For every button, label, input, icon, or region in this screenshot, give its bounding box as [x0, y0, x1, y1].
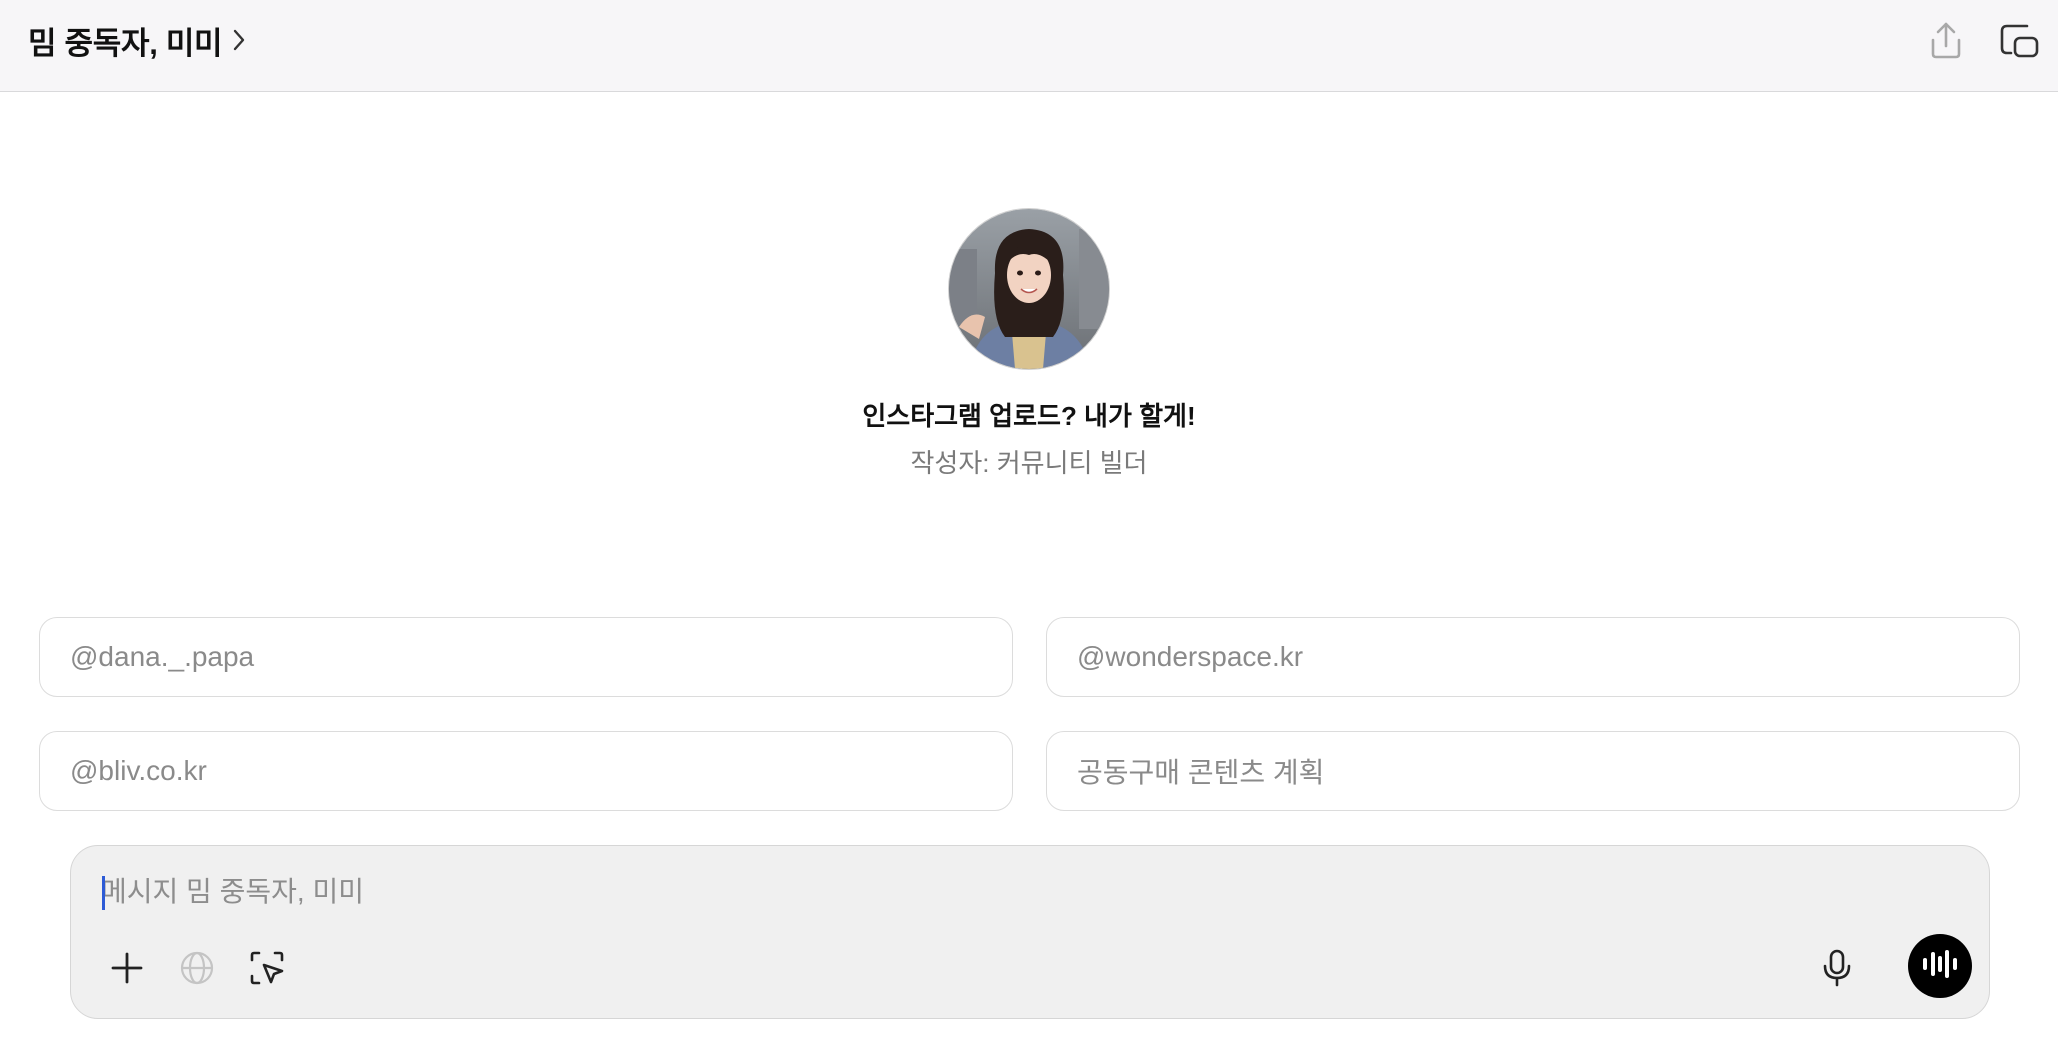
gpt-name: 인스타그램 업로드? 내가 할게!: [862, 401, 1196, 431]
suggestion-card[interactable]: 공동구매 콘텐츠 계획: [1046, 731, 2020, 811]
gpt-author: 작성자: 커뮤니티 빌더: [910, 448, 1148, 478]
voice-mode-button[interactable]: [1908, 934, 1972, 998]
gpt-title-menu[interactable]: 밈 중독자, 미미: [28, 20, 250, 61]
suggestion-label: @bliv.co.kr: [70, 755, 207, 786]
message-input[interactable]: [101, 870, 1801, 914]
text-caret: [102, 876, 105, 910]
suggestion-card[interactable]: @dana._.papa: [39, 617, 1013, 697]
message-composer: [70, 845, 1990, 1019]
gpt-avatar: [948, 208, 1110, 370]
microphone-icon[interactable]: [1811, 942, 1863, 994]
voice-waveform-icon: [1921, 949, 1959, 984]
gpt-title: 밈 중독자, 미미: [28, 25, 223, 61]
suggestion-card[interactable]: @wonderspace.kr: [1046, 617, 2020, 697]
chevron-right-icon: [232, 27, 250, 53]
suggestion-card[interactable]: @bliv.co.kr: [39, 731, 1013, 811]
globe-icon[interactable]: [171, 942, 223, 994]
new-window-icon[interactable]: [1998, 18, 2042, 62]
gpt-profile: 인스타그램 업로드? 내가 할게! 작성자: 커뮤니티 빌더: [0, 208, 2058, 480]
suggestion-label: @wonderspace.kr: [1077, 641, 1304, 672]
suggestion-label: 공동구매 콘텐츠 계획: [1077, 757, 1325, 788]
share-icon[interactable]: [1924, 18, 1968, 62]
plus-icon[interactable]: [101, 942, 153, 994]
top-bar: 밈 중독자, 미미: [0, 0, 2058, 92]
select-cursor-icon[interactable]: [241, 942, 293, 994]
suggestion-label: @dana._.papa: [70, 641, 255, 672]
